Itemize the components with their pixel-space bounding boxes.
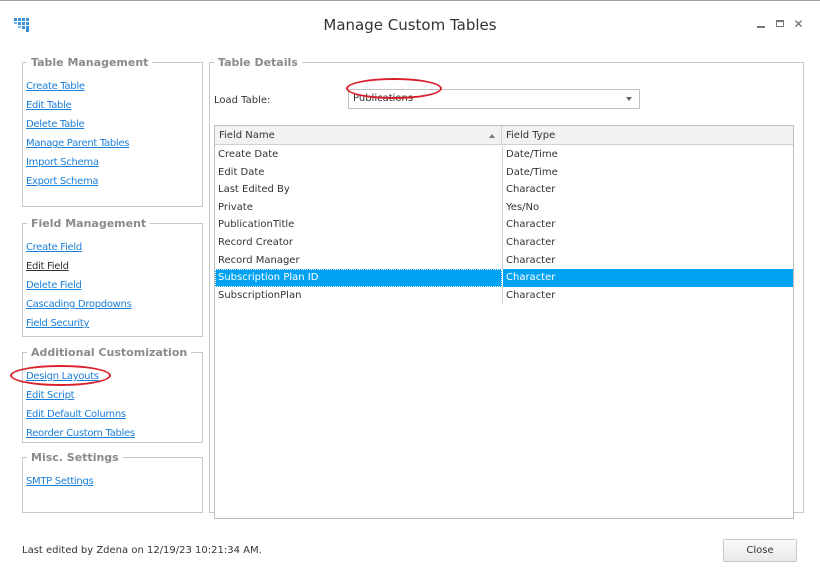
- field-type-cell: Character: [502, 251, 793, 270]
- misc-settings-links: SMTP Settings: [26, 472, 94, 491]
- field-name-cell: Private: [218, 201, 253, 213]
- field-security-link[interactable]: Field Security: [26, 314, 132, 333]
- delete-table-link[interactable]: Delete Table: [26, 115, 129, 134]
- group-title: Table Management: [31, 56, 149, 69]
- fields-grid: Field Name Field Type Create Date Date/T…: [214, 125, 794, 519]
- design-layouts-link[interactable]: Design Layouts: [26, 367, 135, 386]
- field-type-cell: Character: [502, 181, 793, 199]
- field-type-cell: Character: [502, 216, 793, 234]
- grid-rows: Create Date Date/Time Edit Date Date/Tim…: [215, 146, 793, 305]
- edit-default-columns-link[interactable]: Edit Default Columns: [26, 405, 135, 424]
- smtp-settings-link[interactable]: SMTP Settings: [26, 472, 94, 491]
- field-name-cell: Last Edited By: [218, 184, 290, 196]
- load-table-label: Load Table:: [214, 95, 271, 106]
- create-field-link[interactable]: Create Field: [26, 238, 132, 257]
- export-schema-link[interactable]: Export Schema: [26, 172, 129, 191]
- table-row-selected[interactable]: Subscription Plan ID Character: [215, 269, 793, 287]
- table-row[interactable]: PublicationTitle Character: [215, 216, 793, 234]
- column-header-field-name[interactable]: Field Name: [215, 126, 502, 145]
- window-controls: ✕: [755, 16, 804, 31]
- table-row[interactable]: Record Creator Character: [215, 233, 793, 252]
- table-management-links: Create Table Edit Table Delete Table Man…: [26, 77, 129, 191]
- last-edited-status: Last edited by Zdena on 12/19/23 10:21:3…: [22, 545, 262, 556]
- table-details-group: Table Details Load Table: Publications F…: [209, 56, 804, 519]
- minimize-button[interactable]: [755, 18, 766, 29]
- column-header-label: Field Name: [219, 130, 275, 141]
- field-type-cell: Character: [502, 269, 793, 287]
- field-type-cell: Date/Time: [502, 146, 793, 164]
- load-table-dropdown[interactable]: Publications: [348, 89, 640, 109]
- sort-ascending-icon: [489, 134, 495, 138]
- field-name-cell: PublicationTitle: [218, 219, 295, 231]
- field-name-cell: Subscription Plan ID: [215, 269, 502, 287]
- field-name-cell: Record Creator: [218, 236, 294, 248]
- misc-settings-group: Misc. Settings SMTP Settings: [22, 451, 203, 513]
- close-button[interactable]: Close: [723, 539, 797, 562]
- edit-script-link[interactable]: Edit Script: [26, 386, 135, 405]
- field-name-cell: Create Date: [218, 149, 279, 160]
- table-row[interactable]: Private Yes/No: [215, 198, 793, 217]
- additional-customization-links: Design Layouts Edit Script Edit Default …: [26, 367, 135, 443]
- field-type-cell: Date/Time: [502, 163, 793, 182]
- table-row[interactable]: Record Manager Character: [215, 251, 793, 270]
- table-row[interactable]: Create Date Date/Time: [215, 146, 793, 164]
- field-name-cell: Record Manager: [218, 254, 300, 266]
- minimize-icon: [756, 25, 765, 28]
- import-schema-link[interactable]: Import Schema: [26, 153, 129, 172]
- edit-field-link[interactable]: Edit Field: [26, 257, 132, 276]
- group-title: Field Management: [31, 217, 147, 230]
- maximize-icon: [775, 20, 784, 27]
- delete-field-link[interactable]: Delete Field: [26, 276, 132, 295]
- dropdown-arrow-icon: [626, 97, 632, 101]
- field-management-links: Create Field Edit Field Delete Field Cas…: [26, 238, 132, 333]
- table-row[interactable]: Edit Date Date/Time: [215, 163, 793, 182]
- group-title: Misc. Settings: [31, 451, 119, 464]
- close-icon: ✕: [793, 16, 804, 31]
- field-name-cell: Edit Date: [218, 166, 265, 178]
- maximize-button[interactable]: [774, 18, 785, 29]
- group-title: Additional Customization: [31, 346, 188, 359]
- field-type-cell: Character: [502, 286, 793, 305]
- cascading-dropdowns-link[interactable]: Cascading Dropdowns: [26, 295, 132, 314]
- create-table-link[interactable]: Create Table: [26, 77, 129, 96]
- grid-header: Field Name Field Type: [215, 126, 793, 145]
- load-table-value: Publications: [353, 93, 414, 104]
- window-title: Manage Custom Tables: [323, 16, 497, 34]
- edit-table-link[interactable]: Edit Table: [26, 96, 129, 115]
- field-name-cell: SubscriptionPlan: [218, 289, 302, 301]
- group-title: Table Details: [218, 56, 298, 69]
- field-management-group: Field Management Create Field Edit Field…: [22, 217, 203, 337]
- manage-parent-tables-link[interactable]: Manage Parent Tables: [26, 134, 129, 153]
- table-management-group: Table Management Create Table Edit Table…: [22, 56, 203, 207]
- table-row[interactable]: SubscriptionPlan Character: [215, 286, 793, 305]
- column-header-field-type[interactable]: Field Type: [502, 126, 793, 145]
- table-row[interactable]: Last Edited By Character: [215, 181, 793, 199]
- close-window-button[interactable]: ✕: [793, 16, 804, 31]
- field-type-cell: Character: [502, 233, 793, 252]
- reorder-custom-tables-link[interactable]: Reorder Custom Tables: [26, 424, 135, 443]
- field-type-cell: Yes/No: [502, 198, 793, 217]
- column-header-label: Field Type: [506, 130, 556, 141]
- title-bar: Manage Custom Tables ✕: [0, 1, 820, 49]
- manage-custom-tables-window: Manage Custom Tables ✕ Table Management …: [0, 0, 820, 580]
- additional-customization-group: Additional Customization Design Layouts …: [22, 346, 203, 443]
